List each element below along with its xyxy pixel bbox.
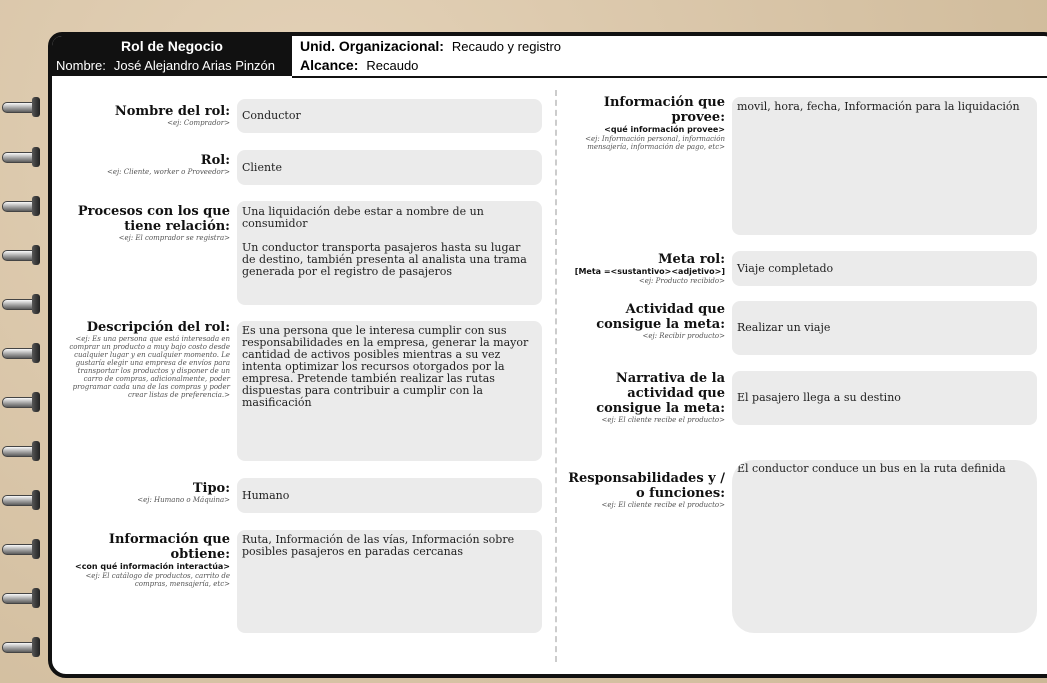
unit-row: Unid. Organizacional: Recaudo y registro [300, 38, 561, 54]
role-header: Rol de Negocio Nombre: José Alejandro Ari… [52, 36, 292, 76]
field-value: Cliente [242, 160, 282, 174]
name-row: Nombre: José Alejandro Arias Pinzón [56, 58, 275, 73]
label-example: <ej: Comprador> [167, 119, 230, 127]
label-sub: [Meta =<sustantivo><adjetivo>] [574, 267, 725, 276]
label-example: <ej: El cliente recibe el producto> [601, 416, 725, 424]
field-meta-rol[interactable]: Viaje completado [732, 251, 1037, 286]
label-example: <ej: El cliente recibe el producto> [601, 501, 725, 509]
scope-label: Alcance: [300, 57, 359, 73]
label-text: Actividad que consigue la meta: [596, 302, 725, 332]
unit-value[interactable]: Recaudo y registro [452, 39, 561, 54]
label-text: Tipo: [192, 481, 230, 496]
spiral-ring [0, 636, 42, 658]
field-tipo[interactable]: Humano [237, 478, 542, 513]
label-example: <ej: El catálogo de productos, carrito d… [85, 572, 230, 588]
field-value: El conductor conduce un bus en la ruta d… [737, 462, 1006, 475]
field-responsabilidades[interactable]: El conductor conduce un bus en la ruta d… [732, 460, 1037, 633]
field-info-provee[interactable]: movil, hora, fecha, Información para la … [732, 97, 1037, 235]
label-text: Procesos con los que tiene relación: [77, 204, 230, 234]
spiral-ring [0, 587, 42, 609]
field-actividad[interactable]: Realizar un viaje [732, 301, 1037, 355]
label-actividad: Actividad que consigue la meta: <ej: Rec… [562, 302, 725, 340]
label-responsabilidades: Responsabilidades y / o funciones: <ej: … [562, 471, 725, 509]
field-value: movil, hora, fecha, Información para la … [737, 100, 1020, 113]
spiral-ring [0, 195, 42, 217]
field-value: Realizar un viaje [737, 321, 831, 334]
label-narrativa: Narrativa de la actividad que consigue l… [562, 371, 725, 424]
label-text: Descripción del rol: [86, 320, 230, 335]
field-value: Ruta, Información de las vías, Informaci… [242, 533, 515, 558]
spiral-ring [0, 440, 42, 462]
label-rol: Rol: <ej: Cliente, worker o Proveedor> [60, 153, 230, 176]
field-descripcion[interactable]: Es una persona que le interesa cumplir c… [237, 321, 542, 461]
spiral-ring [0, 391, 42, 413]
label-sub: <qué información provee> [604, 125, 725, 134]
spiral-ring [0, 342, 42, 364]
scope-row: Alcance: Recaudo [300, 57, 418, 73]
field-narrativa[interactable]: El pasajero llega a su destino [732, 371, 1037, 425]
field-rol[interactable]: Cliente [237, 150, 542, 185]
label-text: Información que provee: [603, 95, 725, 125]
role-title: Rol de Negocio [121, 38, 223, 54]
label-text: Información que obtiene: [108, 532, 230, 562]
field-info-obtiene[interactable]: Ruta, Información de las vías, Informaci… [237, 530, 542, 633]
label-text: Rol: [200, 153, 230, 168]
label-sub: <con qué información interactúa> [74, 562, 230, 571]
label-tipo: Tipo: <ej: Humano o Máquina> [60, 481, 230, 504]
field-value: Viaje completado [737, 261, 834, 275]
field-procesos[interactable]: Una liquidación debe estar a nombre de u… [237, 201, 542, 305]
label-example: <ej: El comprador se registra> [118, 234, 230, 242]
field-value: Humano [242, 488, 290, 502]
name-value[interactable]: José Alejandro Arias Pinzón [114, 58, 275, 73]
label-example: <ej: Cliente, worker o Proveedor> [106, 168, 230, 176]
field-nombre-rol[interactable]: Conductor [237, 99, 542, 133]
spiral-ring [0, 489, 42, 511]
label-text: Meta rol: [658, 252, 725, 267]
field-value: El pasajero llega a su destino [737, 391, 901, 404]
label-meta-rol: Meta rol: [Meta =<sustantivo><adjetivo>]… [562, 252, 725, 285]
label-example: <ej: Recibir producto> [642, 332, 725, 340]
header-info: Unid. Organizacional: Recaudo y registro … [292, 36, 1047, 78]
spiral-ring [0, 146, 42, 168]
label-text: Responsabilidades y / o funciones: [568, 471, 725, 501]
label-descripcion: Descripción del rol: <ej: Es una persona… [60, 320, 230, 399]
column-divider [555, 90, 557, 662]
scope-value[interactable]: Recaudo [366, 58, 418, 73]
label-nombre-rol: Nombre del rol: <ej: Comprador> [60, 104, 230, 127]
unit-label: Unid. Organizacional: [300, 38, 444, 54]
label-procesos: Procesos con los que tiene relación: <ej… [60, 204, 230, 242]
spiral-ring [0, 96, 42, 118]
label-example: <ej: Humano o Máquina> [137, 496, 230, 504]
spiral-ring [0, 538, 42, 560]
label-info-obtiene: Información que obtiene: <con qué inform… [60, 532, 230, 588]
label-example: <ej: Información personal, información m… [585, 135, 725, 151]
label-text: Nombre del rol: [114, 104, 230, 119]
spiral-ring [0, 244, 42, 266]
label-example: <ej: Es una persona que está interesada … [69, 335, 230, 399]
field-value: Conductor [242, 109, 301, 122]
label-example: <ej: Producto recibido> [638, 277, 725, 285]
field-value: Una liquidación debe estar a nombre de u… [242, 205, 527, 278]
field-value: Es una persona que le interesa cumplir c… [242, 324, 529, 409]
label-text: Narrativa de la actividad que consigue l… [596, 371, 725, 416]
spiral-ring [0, 293, 42, 315]
name-label: Nombre: [56, 58, 106, 73]
label-info-provee: Información que provee: <qué información… [562, 95, 725, 151]
